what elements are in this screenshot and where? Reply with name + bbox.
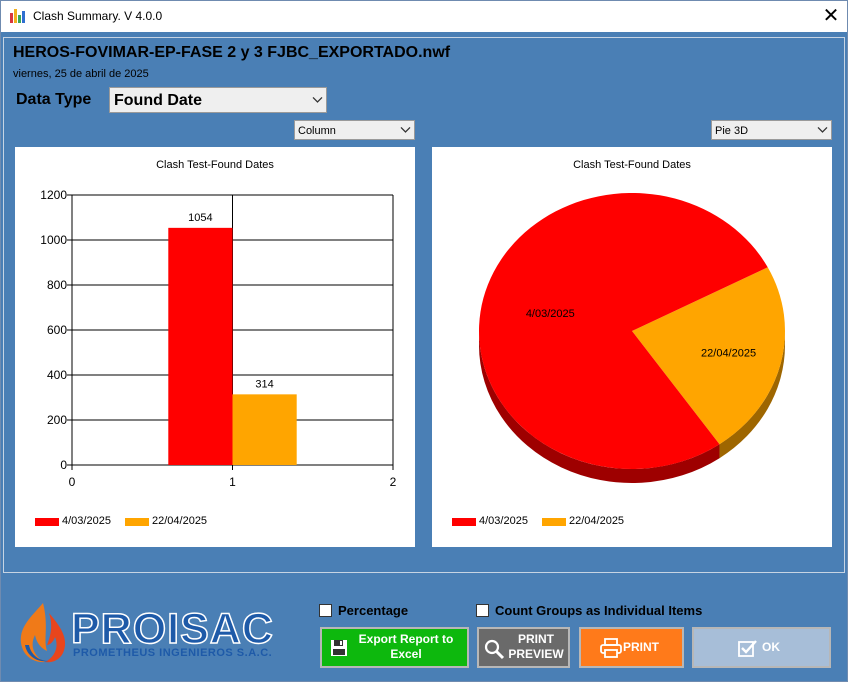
column-chart-panel: Clash Test-Found Dates 0 200 400 600 800 1000… bbox=[15, 147, 415, 547]
legend-swatch bbox=[125, 518, 149, 526]
export-excel-button[interactable]: Export Report to Excel bbox=[320, 627, 469, 668]
right-chart-type-value: Pie 3D bbox=[715, 125, 749, 137]
legend-label: 4/03/2025 bbox=[479, 515, 528, 527]
x-tick-label: 1 bbox=[229, 475, 236, 489]
y-tick-label: 400 bbox=[47, 368, 67, 382]
x-tick-label: 2 bbox=[390, 475, 397, 489]
legend-swatch bbox=[35, 518, 59, 526]
legend-label: 22/04/2025 bbox=[569, 515, 625, 527]
title-bar[interactable]: Clash Summary. V 4.0.0 ✕ bbox=[1, 1, 847, 32]
y-tick-label: 600 bbox=[47, 323, 67, 337]
data-type-label: Data Type bbox=[16, 91, 92, 108]
print-label: PRINT bbox=[623, 640, 659, 654]
right-chart-type-dropdown[interactable]: Pie 3D bbox=[711, 120, 832, 140]
y-tick-label: 0 bbox=[60, 458, 67, 472]
pie-chart: 22/04/2025 4/03/2025 bbox=[479, 193, 785, 483]
legend-swatch bbox=[452, 518, 476, 526]
proisac-logo: PROISAC PROMETHEUS INGENIEROS S.A.C. bbox=[13, 599, 303, 665]
bar-value-label: 1054 bbox=[188, 212, 212, 224]
y-tick-label: 800 bbox=[47, 278, 67, 292]
summary-panel: HEROS-FOVIMAR-EP-FASE 2 y 3 FJBC_EXPORTA… bbox=[3, 37, 845, 573]
close-icon: ✕ bbox=[822, 5, 840, 27]
checkmark-icon bbox=[738, 640, 757, 657]
checkbox-box[interactable] bbox=[476, 604, 489, 617]
legend-label: 4/03/2025 bbox=[62, 515, 111, 527]
print-button[interactable]: PRINT bbox=[579, 627, 684, 668]
chevron-down-icon bbox=[312, 96, 323, 103]
logo-subtitle: PROMETHEUS INGENIEROS S.A.C. bbox=[73, 647, 273, 659]
x-tick-label: 0 bbox=[69, 475, 76, 489]
flame-icon bbox=[20, 603, 66, 663]
print-preview-button[interactable]: PRINT PREVIEW bbox=[477, 627, 570, 668]
y-tick-label: 1200 bbox=[40, 188, 67, 202]
close-button[interactable]: ✕ bbox=[815, 1, 847, 32]
bar-chart-app-icon bbox=[10, 9, 26, 23]
report-date: viernes, 25 de abril de 2025 bbox=[13, 68, 149, 80]
data-type-dropdown[interactable]: Found Date bbox=[109, 87, 327, 113]
print-preview-label: PRINT PREVIEW bbox=[508, 632, 564, 661]
data-type-value: Found Date bbox=[114, 92, 202, 109]
left-chart-type-dropdown[interactable]: Column bbox=[294, 120, 415, 140]
magnifier-icon bbox=[484, 639, 505, 660]
pie-slice-label: 4/03/2025 bbox=[526, 308, 575, 320]
legend-swatch bbox=[542, 518, 566, 526]
ok-label: OK bbox=[762, 640, 780, 654]
pie-chart-panel: Clash Test-Found Dates 22/04/2025 4/03/20… bbox=[432, 147, 832, 547]
ok-button[interactable]: OK bbox=[692, 627, 831, 668]
bar bbox=[232, 394, 297, 465]
floppy-disk-icon bbox=[331, 640, 347, 656]
column-chart-legend: 4/03/2025 22/04/2025 bbox=[15, 515, 415, 529]
checkbox-box[interactable] bbox=[319, 604, 332, 617]
chevron-down-icon bbox=[817, 126, 828, 133]
percentage-label: Percentage bbox=[338, 603, 409, 618]
bar bbox=[168, 227, 233, 465]
export-excel-label: Export Report to Excel bbox=[358, 632, 454, 661]
bar-value-label: 314 bbox=[255, 378, 273, 390]
printer-icon bbox=[600, 638, 622, 658]
y-tick-label: 200 bbox=[47, 413, 67, 427]
y-tick-label: 1000 bbox=[40, 233, 67, 247]
count-groups-label: Count Groups as Individual Items bbox=[495, 603, 703, 618]
column-chart: 0 200 400 600 800 1000 1200 0 1 2 1054 314 bbox=[40, 188, 397, 489]
left-chart-type-value: Column bbox=[298, 125, 336, 137]
window-title: Clash Summary. V 4.0.0 bbox=[33, 9, 163, 23]
legend-label: 22/04/2025 bbox=[152, 515, 208, 527]
pie-slice-label: 22/04/2025 bbox=[701, 347, 756, 359]
file-title: HEROS-FOVIMAR-EP-FASE 2 y 3 FJBC_EXPORTA… bbox=[13, 44, 451, 61]
chevron-down-icon bbox=[400, 126, 411, 133]
pie-chart-legend: 4/03/2025 22/04/2025 bbox=[432, 515, 832, 529]
clash-summary-window: Clash Summary. V 4.0.0 ✕ HEROS-FOVIMAR-E… bbox=[0, 0, 848, 682]
